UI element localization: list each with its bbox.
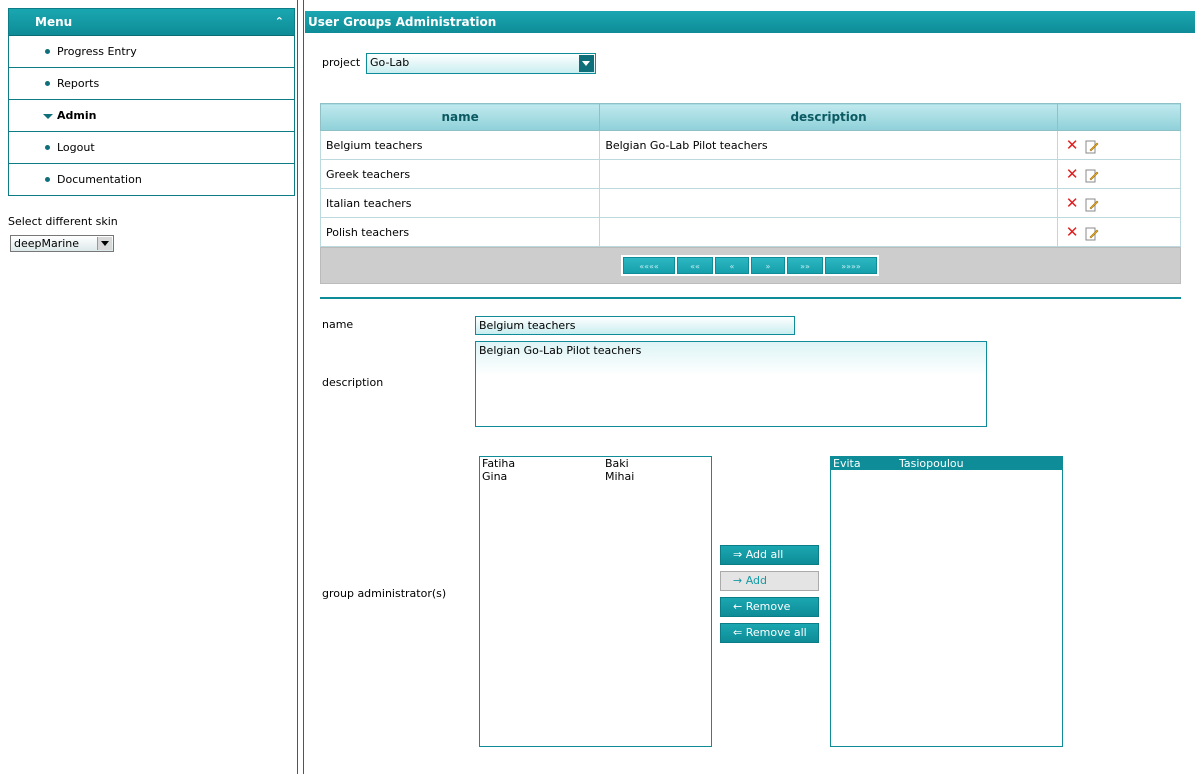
chevron-down-icon[interactable] bbox=[97, 237, 112, 250]
name-label: name bbox=[322, 318, 354, 331]
section-divider bbox=[320, 297, 1181, 299]
available-users-list[interactable]: Fatiha Baki Gina Mihai bbox=[479, 456, 712, 747]
sidebar-item-label: Logout bbox=[57, 141, 95, 154]
sidebar-item-label: Progress Entry bbox=[57, 45, 137, 58]
project-select[interactable]: Go-Lab bbox=[366, 53, 596, 74]
user-groups-table: name description Belgium teachers Belgia… bbox=[319, 103, 1182, 247]
pager-prev-button[interactable]: « bbox=[715, 257, 749, 274]
column-header-name[interactable]: name bbox=[319, 103, 601, 131]
group-admins-label: group administrator(s) bbox=[322, 587, 447, 600]
last-name: Mihai bbox=[605, 470, 635, 483]
column-header-actions bbox=[1056, 103, 1182, 131]
cell-name: Belgium teachers bbox=[319, 130, 601, 160]
sidebar-item-reports[interactable]: Reports bbox=[9, 68, 294, 100]
selected-admins-list[interactable]: Evita Tasiopoulou bbox=[830, 456, 1063, 747]
add-button[interactable]: → Add bbox=[720, 571, 819, 591]
skin-select-value: deepMarine bbox=[14, 237, 80, 250]
table-row[interactable]: Polish teachers ✕ bbox=[319, 217, 1182, 247]
sidebar-item-logout[interactable]: Logout bbox=[9, 132, 294, 164]
sidebar-item-documentation[interactable]: Documentation bbox=[9, 164, 294, 195]
cell-name: Italian teachers bbox=[319, 188, 601, 218]
list-item[interactable]: Gina Mihai bbox=[480, 470, 711, 483]
sidebar-item-label: Reports bbox=[57, 77, 100, 90]
project-label: project bbox=[322, 56, 361, 69]
table-row[interactable]: Belgium teachers Belgian Go-Lab Pilot te… bbox=[319, 130, 1182, 160]
edit-icon[interactable] bbox=[1085, 140, 1099, 154]
page-title: User Groups Administration bbox=[305, 11, 1195, 33]
cell-description: Belgian Go-Lab Pilot teachers bbox=[599, 130, 1058, 160]
table-row[interactable]: Greek teachers ✕ bbox=[319, 159, 1182, 189]
edit-icon[interactable] bbox=[1085, 169, 1099, 183]
panel-splitter[interactable] bbox=[297, 0, 304, 774]
delete-icon[interactable]: ✕ bbox=[1066, 165, 1079, 183]
bullet-icon bbox=[45, 177, 50, 182]
table-pager: «««« «« « » »» »»»» bbox=[320, 247, 1181, 284]
add-all-button[interactable]: ⇒ Add all bbox=[720, 545, 819, 565]
skin-select[interactable]: deepMarine bbox=[10, 235, 114, 252]
list-item[interactable]: Fatiha Baki bbox=[480, 457, 711, 470]
row-actions: ✕ bbox=[1056, 130, 1182, 160]
pager-buttons: «««« «« « » »» »»»» bbox=[621, 255, 879, 276]
bullet-icon bbox=[45, 145, 50, 150]
first-name: Fatiha bbox=[482, 457, 516, 470]
sidebar-item-progress-entry[interactable]: Progress Entry bbox=[9, 36, 294, 68]
edit-icon[interactable] bbox=[1085, 227, 1099, 241]
pager-first-button[interactable]: «««« bbox=[623, 257, 675, 274]
menu-header[interactable]: Menu ⌃ bbox=[9, 9, 294, 36]
collapse-up-icon[interactable]: ⌃ bbox=[275, 9, 284, 35]
sidebar-item-label: Documentation bbox=[57, 173, 142, 186]
project-select-value: Go-Lab bbox=[370, 56, 410, 69]
delete-icon[interactable]: ✕ bbox=[1066, 194, 1079, 212]
cell-description bbox=[599, 217, 1058, 247]
caret-down-icon bbox=[43, 114, 53, 119]
menu-title: Menu bbox=[35, 15, 73, 29]
sidebar-menu: Menu ⌃ Progress Entry Reports Admin Logo… bbox=[8, 8, 295, 196]
description-textarea[interactable]: Belgian Go-Lab Pilot teachers bbox=[475, 341, 987, 427]
edit-icon[interactable] bbox=[1085, 198, 1099, 212]
pager-last-button[interactable]: »»»» bbox=[825, 257, 877, 274]
pager-next-button[interactable]: » bbox=[751, 257, 785, 274]
sidebar-item-admin[interactable]: Admin bbox=[9, 100, 294, 132]
name-input[interactable]: Belgium teachers bbox=[475, 316, 795, 335]
last-name: Tasiopoulou bbox=[899, 457, 964, 470]
list-item[interactable]: Evita Tasiopoulou bbox=[831, 457, 1062, 470]
cell-description bbox=[599, 188, 1058, 218]
row-actions: ✕ bbox=[1056, 217, 1182, 247]
pager-fast-forward-button[interactable]: »» bbox=[787, 257, 823, 274]
row-actions: ✕ bbox=[1056, 188, 1182, 218]
delete-icon[interactable]: ✕ bbox=[1066, 223, 1079, 241]
chevron-down-icon[interactable] bbox=[579, 55, 594, 72]
row-actions: ✕ bbox=[1056, 159, 1182, 189]
last-name: Baki bbox=[605, 457, 629, 470]
sidebar-item-label: Admin bbox=[57, 109, 97, 122]
first-name: Gina bbox=[482, 470, 508, 483]
remove-button[interactable]: ← Remove bbox=[720, 597, 819, 617]
delete-icon[interactable]: ✕ bbox=[1066, 136, 1079, 154]
cell-description bbox=[599, 159, 1058, 189]
column-header-description[interactable]: description bbox=[599, 103, 1058, 131]
description-label: description bbox=[322, 376, 384, 389]
bullet-icon bbox=[45, 81, 50, 86]
pager-fast-back-button[interactable]: «« bbox=[677, 257, 713, 274]
remove-all-button[interactable]: ⇐ Remove all bbox=[720, 623, 819, 643]
cell-name: Polish teachers bbox=[319, 217, 601, 247]
bullet-icon bbox=[45, 49, 50, 54]
first-name: Evita bbox=[833, 457, 861, 470]
skin-label: Select different skin bbox=[8, 215, 118, 228]
cell-name: Greek teachers bbox=[319, 159, 601, 189]
table-row[interactable]: Italian teachers ✕ bbox=[319, 188, 1182, 218]
